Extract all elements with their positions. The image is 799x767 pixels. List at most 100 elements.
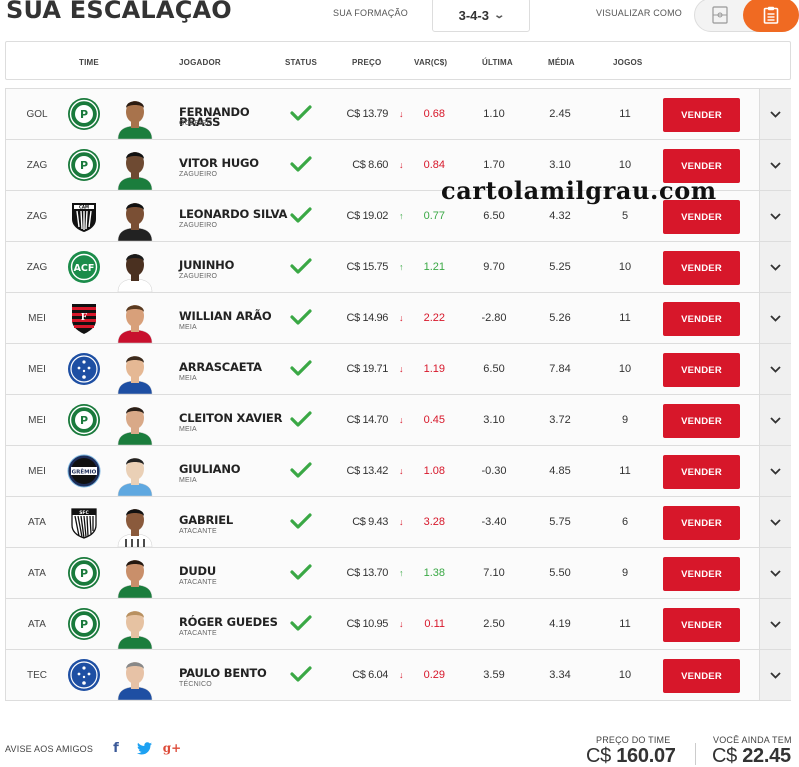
player-photo [112,450,158,496]
team-price-currency: C$ [586,745,611,767]
check-icon [290,308,312,326]
expand-row-button[interactable] [759,140,791,190]
sell-button[interactable]: VENDER [663,506,740,540]
expand-row-button[interactable] [759,242,791,292]
price-variation: 0.84 [423,159,445,171]
sell-button[interactable]: VENDER [663,608,740,642]
sell-button[interactable]: VENDER [663,659,740,693]
price-variation: 0.68 [423,108,445,120]
average-score: 7.84 [549,363,571,375]
gremio-crest-icon: GRÊMIO [67,454,101,488]
list-view-button[interactable] [743,0,799,32]
clipboard-list-icon [763,6,779,24]
palmeiras-crest-icon: P [67,556,101,590]
table-row: ATA SFC GABRIEL ATACANTE C$ 9.43 ↓ 3.28 -3.40 5.… [5,496,791,548]
svg-text:P: P [80,567,88,580]
table-row: GOL P FERNANDO PRASS GOLEIRO C$ 13.79 ↓ 0.68 1.… [5,88,791,140]
column-header-jogador: JOGADOR [179,58,221,67]
expand-row-button[interactable] [759,650,791,700]
chevron-down-icon [770,467,781,475]
arrow-down-icon: ↓ [399,670,404,680]
games-played: 6 [621,516,629,528]
player-photo [112,399,158,445]
expand-row-button[interactable] [759,548,791,598]
palmeiras-crest-icon: P [67,148,101,182]
player-name: CLEITON XAVIER [179,411,283,425]
last-score: 9.70 [483,261,505,273]
column-header-jogos: JOGOS [613,58,643,67]
sell-button[interactable]: VENDER [663,455,740,489]
google-plus-icon[interactable]: g+ [163,740,181,756]
average-score: 3.34 [549,669,571,681]
player-price: C$ 19.02 [346,210,389,222]
games-played: 9 [621,414,629,426]
check-icon [290,410,312,428]
arrow-up-icon: ↑ [399,211,404,221]
arrow-up-icon: ↑ [399,262,404,272]
view-label: VISUALIZAR COMO [596,8,683,18]
price-variation: 1.38 [423,567,445,579]
check-icon [290,206,312,224]
atletico-mg-crest-icon: CAM [67,199,101,233]
expand-row-button[interactable] [759,497,791,547]
position: MEI [28,363,46,375]
player-photo [112,552,158,598]
player-price: C$ 15.75 [346,261,389,273]
expand-row-button[interactable] [759,191,791,241]
remaining-currency: C$ [712,745,737,767]
facebook-icon[interactable]: f [108,740,124,756]
table-row: MEI F WILLIAN ARÃO MEIA C$ 14.96 ↓ 2.22 -2.80 5.… [5,292,791,344]
player-price: C$ 13.42 [346,465,389,477]
expand-row-button[interactable] [759,89,791,139]
position: ZAG [26,261,48,273]
expand-row-button[interactable] [759,395,791,445]
sell-button[interactable]: VENDER [663,404,740,438]
sell-button[interactable]: VENDER [663,200,740,234]
price-variation: 1.21 [423,261,445,273]
player-name: GABRIEL [179,513,234,527]
svg-text:F: F [81,313,88,323]
games-played: 11 [619,312,631,324]
check-icon [290,461,312,479]
chevron-down-icon [770,569,781,577]
field-view-button[interactable] [709,6,731,24]
player-role: MEIA [179,426,197,433]
svg-text:P: P [80,108,88,121]
twitter-icon[interactable] [136,740,152,756]
expand-row-button[interactable] [759,599,791,649]
watermark: cartolamilgrau.com [441,176,717,205]
arrow-down-icon: ↓ [399,364,404,374]
footer-divider [695,743,696,765]
sell-button[interactable]: VENDER [663,302,740,336]
table-row: ATA P DUDU ATACANTE C$ 13.70 ↑ 1.38 7.10 5.50 9 VE… [5,547,791,599]
average-score: 4.19 [549,618,571,630]
view-toggle [694,0,799,32]
formation-select[interactable]: 3-4-3 ⌄ [432,0,530,32]
price-variation: 1.08 [423,465,445,477]
player-role: GOLEIRO [179,120,213,127]
player-name: ARRASCAETA [179,360,262,374]
page-title: SUA ESCALAÇÃO [6,0,232,24]
sell-button[interactable]: VENDER [663,353,740,387]
arrow-down-icon: ↓ [399,160,404,170]
player-name: WILLIAN ARÃO [179,309,272,323]
player-photo [112,195,158,241]
sell-button[interactable]: VENDER [663,98,740,132]
price-variation: 0.29 [423,669,445,681]
cruzeiro-crest-icon [67,658,101,692]
games-played: 11 [619,108,631,120]
formation-value: 3-4-3 [458,7,489,23]
expand-row-button[interactable] [759,293,791,343]
sell-button[interactable]: VENDER [663,251,740,285]
expand-row-button[interactable] [759,344,791,394]
top-bar: SUA ESCALAÇÃO SUA FORMAÇÃO 3-4-3 ⌄ VISUA… [0,0,799,40]
position: ZAG [26,159,48,171]
player-role: MEIA [179,477,197,484]
check-icon [290,104,312,122]
arrow-down-icon: ↓ [399,517,404,527]
sell-button[interactable]: VENDER [663,557,740,591]
expand-row-button[interactable] [759,446,791,496]
arrow-down-icon: ↓ [399,466,404,476]
chevron-down-icon [770,671,781,679]
arrow-down-icon: ↓ [399,313,404,323]
